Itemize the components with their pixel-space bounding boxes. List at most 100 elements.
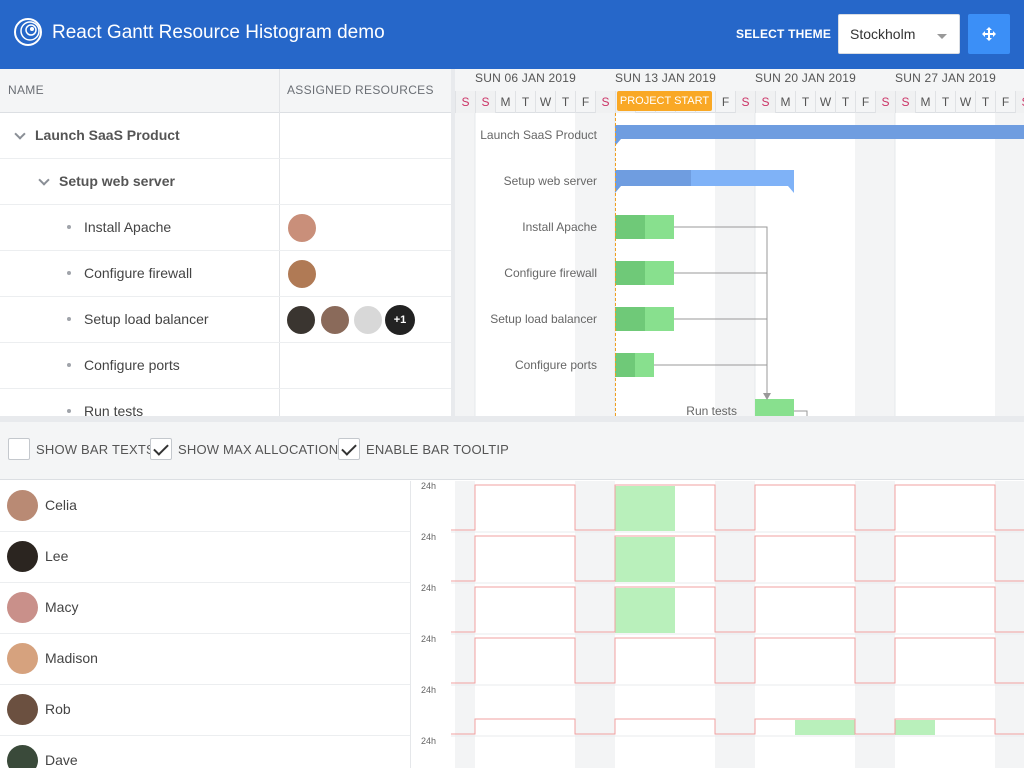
move-icon xyxy=(982,27,996,41)
avatar xyxy=(320,305,350,335)
theme-select[interactable]: Stockholm xyxy=(838,14,960,54)
leaf-dot-icon xyxy=(67,271,71,275)
leaf-dot-icon xyxy=(67,363,71,367)
show-max-allocation-checkbox[interactable] xyxy=(150,438,172,460)
axis-label: 24h xyxy=(421,583,437,593)
grid-header: NAME ASSIGNED RESOURCES xyxy=(0,69,451,113)
bar-label: Launch SaaS Product xyxy=(480,128,597,142)
allocation-bar xyxy=(795,720,855,735)
app-header: React Gantt Resource Histogram demo SELE… xyxy=(0,0,1024,69)
avatar xyxy=(287,213,317,243)
day-cell: M xyxy=(495,91,515,113)
theme-label: SELECT THEME xyxy=(736,27,832,41)
allocation-axis: 24h xyxy=(410,634,451,685)
timeline-header: SUN 06 JAN 2019 SUN 13 JAN 2019 SUN 20 J… xyxy=(455,69,1024,113)
bar-label: Install Apache xyxy=(522,220,597,234)
day-cell: M xyxy=(915,91,935,113)
day-cell: M xyxy=(775,91,795,113)
avatar xyxy=(286,305,316,335)
resource-row[interactable]: Celia xyxy=(0,481,410,532)
gantt-panel: NAME ASSIGNED RESOURCES Launch SaaS Prod… xyxy=(0,69,1024,416)
axis-label: 24h xyxy=(421,736,437,746)
task-row[interactable]: Configure firewall xyxy=(0,251,451,297)
show-max-allocation-label[interactable]: SHOW MAX ALLOCATION xyxy=(178,442,338,457)
bar-label: Configure firewall xyxy=(504,266,597,280)
chevron-down-icon xyxy=(937,34,947,39)
spiral-logo-icon xyxy=(14,18,42,46)
allocation-bar xyxy=(615,588,675,633)
day-cell: S xyxy=(455,91,475,113)
task-name: Run tests xyxy=(84,403,144,416)
day-cell: F xyxy=(575,91,595,113)
enable-bar-tooltip-checkbox[interactable] xyxy=(338,438,360,460)
task-row[interactable]: Configure ports xyxy=(0,343,451,389)
histogram-body xyxy=(451,481,1024,768)
day-cell: W xyxy=(815,91,835,113)
day-cell: W xyxy=(955,91,975,113)
axis-label: 24h xyxy=(421,532,437,542)
enable-bar-tooltip-label[interactable]: ENABLE BAR TOOLTIP xyxy=(366,442,509,457)
resource-row[interactable]: Dave xyxy=(0,736,410,768)
task-name: Install Apache xyxy=(84,219,172,235)
task-name: Setup load balancer xyxy=(84,311,209,327)
allocation-axis: 24h xyxy=(410,481,451,532)
fullscreen-button[interactable] xyxy=(968,14,1010,54)
resource-row[interactable]: Madison xyxy=(0,634,410,685)
dependency-arrow-icon xyxy=(763,393,771,400)
resource-row[interactable]: Rob xyxy=(0,685,410,736)
day-cell: S xyxy=(875,91,895,113)
task-row[interactable]: Install Apache xyxy=(0,205,451,251)
bar-label: Run tests xyxy=(686,404,737,416)
day-cell: S xyxy=(475,91,495,113)
task-row[interactable]: Run tests xyxy=(0,389,451,416)
day-cell: W xyxy=(535,91,555,113)
project-start-marker[interactable]: PROJECT START xyxy=(617,91,712,111)
task-name: Launch SaaS Product xyxy=(35,127,180,143)
allocation-axis: 24h xyxy=(410,532,451,583)
day-cell: S xyxy=(735,91,755,113)
axis-label: 24h xyxy=(421,481,437,491)
chevron-down-icon[interactable] xyxy=(38,174,50,186)
leaf-dot-icon xyxy=(67,317,71,321)
resource-name: Celia xyxy=(45,497,77,513)
column-header-name[interactable]: NAME xyxy=(8,83,44,97)
avatar xyxy=(7,490,38,521)
day-cell: F xyxy=(715,91,735,113)
theme-select-value: Stockholm xyxy=(850,26,916,42)
allocation-bar xyxy=(615,537,675,582)
chevron-down-icon[interactable] xyxy=(14,128,26,140)
resource-row[interactable]: Macy xyxy=(0,583,410,634)
show-bar-texts-label[interactable]: SHOW BAR TEXTS xyxy=(36,442,155,457)
task-name: Configure firewall xyxy=(84,265,193,281)
avatar xyxy=(7,694,38,725)
task-row[interactable]: Setup web server xyxy=(0,159,451,205)
axis-label: 24h xyxy=(421,634,437,644)
show-bar-texts-checkbox[interactable] xyxy=(8,438,30,460)
resource-name: Dave xyxy=(45,752,78,768)
avatar xyxy=(7,541,38,572)
parent-bar-cap xyxy=(788,186,794,193)
axis-label: 24h xyxy=(421,685,437,695)
task-bar-progress xyxy=(615,307,645,331)
column-header-resources[interactable]: ASSIGNED RESOURCES xyxy=(287,83,434,97)
avatar xyxy=(7,592,38,623)
day-cell: T xyxy=(795,91,815,113)
week-label: SUN 27 JAN 2019 xyxy=(895,71,997,85)
more-resources-badge[interactable]: +1 xyxy=(385,305,415,335)
parent-bar xyxy=(615,125,1024,139)
task-bar-progress xyxy=(615,353,635,377)
allocation-bar xyxy=(895,720,935,735)
task-row[interactable]: Setup load balancer +1 xyxy=(0,297,451,343)
avatar xyxy=(353,305,383,335)
day-cell: S xyxy=(595,91,615,113)
leaf-dot-icon xyxy=(67,225,71,229)
day-cell: T xyxy=(555,91,575,113)
avatar xyxy=(7,643,38,674)
allocation-axis: 24h xyxy=(410,736,451,768)
project-start-line xyxy=(615,113,616,416)
task-row[interactable]: Launch SaaS Product xyxy=(0,113,451,159)
resource-row[interactable]: Lee xyxy=(0,532,410,583)
leaf-dot-icon xyxy=(67,409,71,413)
resource-name: Lee xyxy=(45,548,69,564)
bar-label: Configure ports xyxy=(514,358,597,372)
